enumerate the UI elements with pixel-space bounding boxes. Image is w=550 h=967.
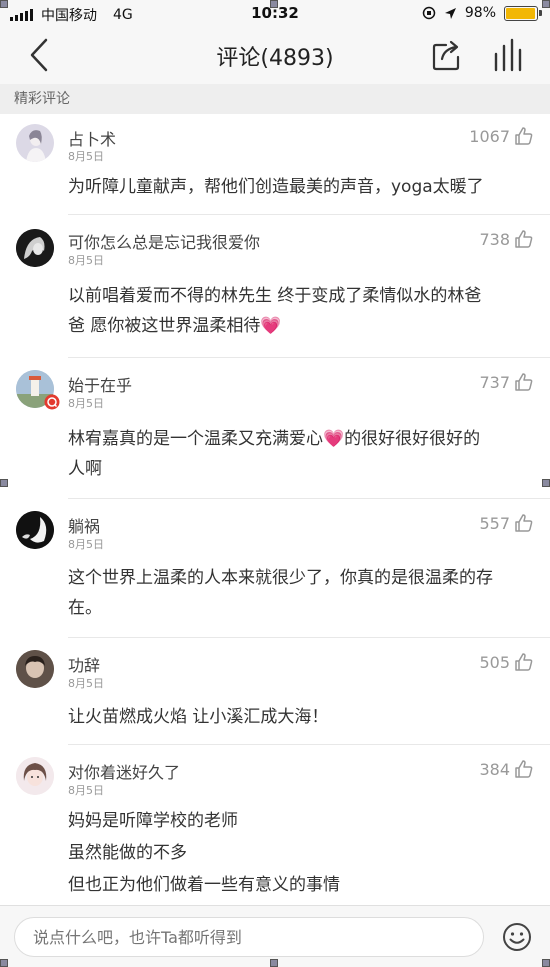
- heart-emoji: 💗: [323, 429, 345, 449]
- comment-line: 爸 愿你被这世界温柔相待: [68, 316, 261, 336]
- comment-date: 8月5日: [68, 677, 104, 690]
- nav-bar: 评论(4893): [0, 26, 550, 84]
- comment-text: 让火苗燃成火焰 让小溪汇成大海！: [68, 702, 528, 732]
- resize-handle: [270, 0, 278, 8]
- resize-handle: [0, 959, 8, 967]
- comment-line: 这个世界上温柔的人本来就很少了，你真的是很温柔的存: [68, 568, 493, 588]
- comment-item: 可你怎么总是忘记我很爱你 8月5日 738 以前唱着爱而不得的林先生 终于变成了…: [0, 215, 550, 358]
- comment-text: 妈妈是听障学校的老师 虽然能做的不多 但也正为他们做着一些有意义的事情: [68, 805, 528, 901]
- resize-handle: [542, 959, 550, 967]
- comment-item: 躺祸 8月5日 557 这个世界上温柔的人本来就很少了，你真的是很温柔的存 在。: [0, 499, 550, 638]
- like-button[interactable]: 1067: [469, 126, 534, 146]
- comment-input-bar: [0, 905, 550, 967]
- comment-line: 虽然能做的不多: [68, 843, 187, 863]
- share-icon[interactable]: [432, 39, 462, 71]
- comment-line: 妈妈是听障学校的老师: [68, 811, 238, 831]
- comment-item: 功辞 8月5日 505 让火苗燃成火焰 让小溪汇成大海！: [0, 638, 550, 745]
- battery-percent: 98%: [464, 5, 496, 21]
- thumbs-up-icon: [515, 514, 533, 532]
- verified-badge-icon: [44, 394, 60, 410]
- comment-line: 以前唱着爱而不得的林先生 终于变成了柔情似水的林爸: [68, 286, 482, 306]
- comment-item: 始于在乎 8月5日 737 林宥嘉真的是一个温柔又充满爱心💗的很好很好很好的 人…: [0, 358, 550, 499]
- resize-handle: [270, 959, 278, 967]
- comment-date: 8月5日: [68, 538, 104, 551]
- like-count: 384: [479, 759, 510, 779]
- equalizer-icon[interactable]: [492, 38, 526, 72]
- thumbs-up-icon: [515, 230, 533, 248]
- comment-date: 8月5日: [68, 150, 104, 163]
- avatar[interactable]: [16, 229, 54, 267]
- comment-line: 林宥嘉真的是一个温柔又充满爱心: [68, 429, 323, 449]
- comment-username[interactable]: 占卜术: [68, 126, 116, 150]
- comment-input[interactable]: [14, 917, 484, 957]
- avatar[interactable]: [16, 650, 54, 688]
- like-button[interactable]: 505: [479, 652, 534, 672]
- heart-emoji: 💗: [260, 316, 282, 336]
- comment-text: 以前唱着爱而不得的林先生 终于变成了柔情似水的林爸 爸 愿你被这世界温柔相待💗: [68, 281, 528, 341]
- comment-text: 林宥嘉真的是一个温柔又充满爱心💗的很好很好很好的 人啊: [68, 424, 528, 484]
- avatar[interactable]: [16, 124, 54, 162]
- resize-handle: [0, 0, 8, 8]
- section-header: 精彩评论: [0, 84, 550, 114]
- like-count: 557: [479, 513, 510, 533]
- orientation-lock-icon: [422, 6, 436, 20]
- battery-icon: [504, 5, 542, 21]
- avatar[interactable]: [16, 511, 54, 549]
- resize-handle: [542, 0, 550, 8]
- like-button[interactable]: 384: [479, 759, 534, 779]
- comment-line: 人啊: [68, 459, 102, 479]
- resize-handle: [0, 479, 8, 487]
- comment-line: 让火苗燃成火焰 让小溪汇成大海！: [68, 707, 329, 727]
- comment-item: 对你着迷好久了 8月5日 384 妈妈是听障学校的老师 虽然能做的不多 但也正为…: [0, 745, 550, 905]
- comment-username[interactable]: 对你着迷好久了: [68, 759, 180, 783]
- comment-date: 8月5日: [68, 254, 104, 267]
- comment-line: 但也正为他们做着一些有意义的事情: [68, 875, 340, 895]
- like-count: 505: [479, 652, 510, 672]
- comment-date: 8月5日: [68, 784, 104, 797]
- comment-username[interactable]: 躺祸: [68, 513, 100, 537]
- battery-fill: [506, 7, 536, 19]
- comment-username[interactable]: 功辞: [68, 652, 100, 676]
- comment-text: 为听障儿童献声，帮他们创造最美的声音，yoga太暖了: [68, 172, 528, 202]
- thumbs-up-icon: [515, 653, 533, 671]
- thumbs-up-icon: [515, 760, 533, 778]
- thumbs-up-icon: [515, 127, 533, 145]
- smiley-icon[interactable]: [501, 921, 533, 953]
- comment-item: 占卜术 8月5日 1067 为听障儿童献声，帮他们创造最美的声音，yoga太暖了: [0, 114, 550, 215]
- status-right: 98%: [422, 5, 542, 21]
- comment-username[interactable]: 始于在乎: [68, 372, 132, 396]
- comment-line: 在。: [68, 598, 102, 618]
- comment-username[interactable]: 可你怎么总是忘记我很爱你: [68, 229, 260, 253]
- comment-line: 为听障儿童献声，帮他们创造最美的声音，yoga太暖了: [68, 177, 484, 197]
- like-button[interactable]: 738: [479, 229, 534, 249]
- like-button[interactable]: 557: [479, 513, 534, 533]
- thumbs-up-icon: [515, 373, 533, 391]
- like-count: 737: [479, 372, 510, 392]
- comment-line: 的很好很好很好的: [344, 429, 481, 449]
- avatar[interactable]: [16, 757, 54, 795]
- comment-line-wrap: 林宥嘉真的是一个温柔又充满爱心💗的很好很好很好的: [68, 424, 528, 454]
- location-icon: [444, 7, 456, 19]
- like-count: 738: [479, 229, 510, 249]
- comment-line-wrap: 爸 愿你被这世界温柔相待💗: [68, 311, 528, 341]
- comment-date: 8月5日: [68, 397, 104, 410]
- page-title: 评论(4893): [216, 46, 334, 71]
- like-button[interactable]: 737: [479, 372, 534, 392]
- comment-text: 这个世界上温柔的人本来就很少了，你真的是很温柔的存 在。: [68, 563, 528, 623]
- resize-handle: [542, 479, 550, 487]
- like-count: 1067: [469, 126, 510, 146]
